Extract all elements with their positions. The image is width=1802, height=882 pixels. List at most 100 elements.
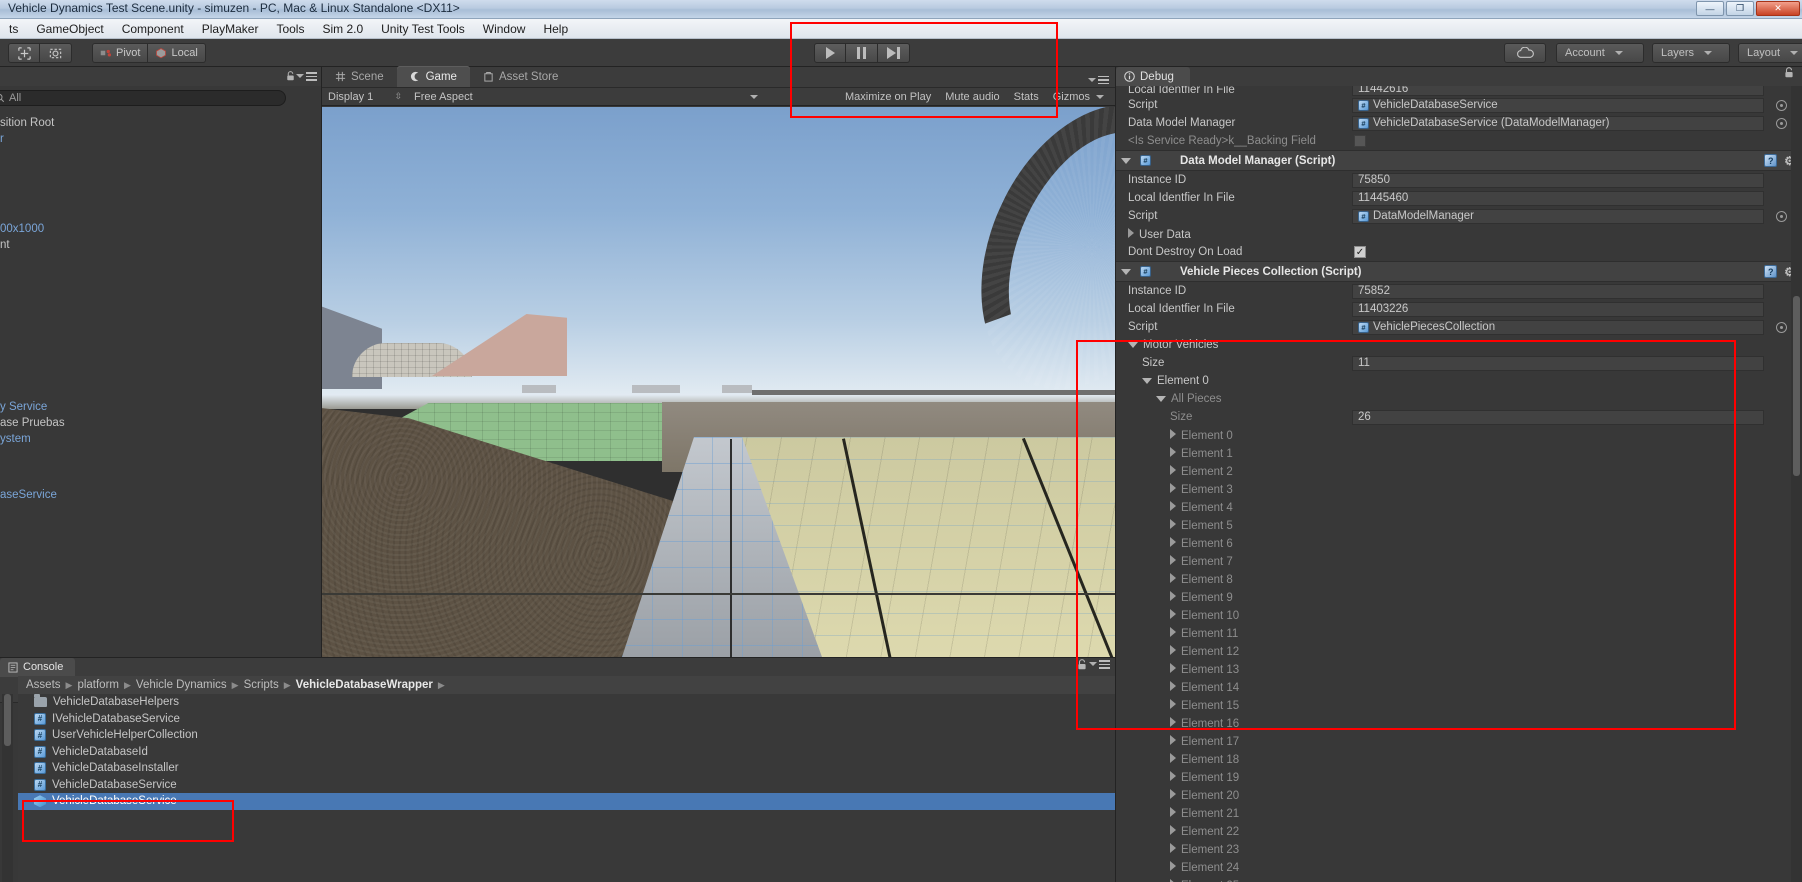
chevron-right-icon[interactable] xyxy=(1170,860,1176,871)
menu-item-gameobject[interactable]: GameObject xyxy=(27,20,112,38)
stats-toggle[interactable]: Stats xyxy=(1007,88,1046,106)
move-tool-button[interactable] xyxy=(8,43,40,63)
component-header[interactable]: # Vehicle Pieces Collection (Script)? ⚙ xyxy=(1116,261,1802,282)
rect-tool-button[interactable] xyxy=(40,43,72,63)
chevron-down-icon[interactable] xyxy=(1156,396,1166,402)
hierarchy-item[interactable] xyxy=(0,269,321,285)
chevron-right-icon[interactable] xyxy=(1170,428,1176,439)
step-button[interactable] xyxy=(878,43,910,63)
menu-item-unity-test-tools[interactable]: Unity Test Tools xyxy=(372,20,474,38)
value-field[interactable]: 75852 xyxy=(1352,283,1764,299)
inspector-scrollbar[interactable] xyxy=(1791,86,1802,882)
hierarchy-item[interactable]: r xyxy=(0,131,321,147)
tab-asset-store[interactable]: Asset Store xyxy=(470,66,571,87)
chevron-right-icon[interactable] xyxy=(1170,716,1176,727)
inspector-scrollbar-thumb[interactable] xyxy=(1793,296,1800,476)
value-field[interactable]: 11445460 xyxy=(1352,190,1764,206)
chevron-down-icon[interactable] xyxy=(1142,378,1152,384)
checkbox[interactable] xyxy=(1354,135,1366,147)
cloud-button[interactable] xyxy=(1504,43,1546,63)
asset-row-selected[interactable]: VehicleDatabaseService xyxy=(18,793,1115,810)
chevron-right-icon[interactable] xyxy=(1170,824,1176,835)
inspector-lock-icon[interactable] xyxy=(1784,67,1794,83)
chevron-right-icon[interactable] xyxy=(1170,752,1176,763)
chevron-right-icon[interactable] xyxy=(1128,227,1134,238)
object-picker-icon[interactable] xyxy=(1776,210,1787,222)
object-picker-icon[interactable] xyxy=(1776,321,1787,333)
menu-item-help[interactable]: Help xyxy=(534,20,577,38)
layers-dropdown[interactable]: Layers xyxy=(1652,43,1730,63)
chevron-right-icon[interactable] xyxy=(1170,842,1176,853)
hierarchy-item[interactable] xyxy=(0,253,321,269)
chevron-right-icon[interactable] xyxy=(1170,878,1176,882)
chevron-right-icon[interactable] xyxy=(1170,554,1176,565)
hierarchy-item[interactable] xyxy=(0,447,321,463)
chevron-right-icon[interactable] xyxy=(1170,536,1176,547)
object-field[interactable]: # VehicleDatabaseService (DataModelManage… xyxy=(1352,115,1787,131)
local-toggle-button[interactable]: Local xyxy=(148,43,206,63)
chevron-down-icon[interactable] xyxy=(1121,268,1131,275)
project-scrollbar-thumb[interactable] xyxy=(4,694,11,746)
asset-row[interactable]: # VehicleDatabaseService xyxy=(18,777,1115,794)
chevron-right-icon[interactable] xyxy=(1170,734,1176,745)
value-field[interactable]: 11403226 xyxy=(1352,301,1764,317)
asset-row[interactable]: # IVehicleDatabaseService xyxy=(18,711,1115,728)
project-scrollbar[interactable] xyxy=(2,694,13,882)
chevron-right-icon[interactable] xyxy=(1170,698,1176,709)
aspect-dropdown[interactable]: Free Aspect xyxy=(408,89,768,105)
value-field[interactable]: 11442616 xyxy=(1352,86,1764,96)
asset-row[interactable]: # UserVehicleHelperCollection xyxy=(18,727,1115,744)
menu-item-tools[interactable]: Tools xyxy=(267,20,313,38)
layout-dropdown[interactable]: Layout xyxy=(1738,43,1802,63)
project-lock-icon[interactable] xyxy=(1077,657,1087,675)
object-field[interactable]: # VehicleDatabaseService xyxy=(1352,97,1787,113)
chevron-down-icon[interactable] xyxy=(1128,342,1138,348)
chevron-down-icon[interactable] xyxy=(1121,157,1131,164)
display-dropdown[interactable]: Display 1 ⇳ xyxy=(322,89,408,105)
maximize-button[interactable]: ❐ xyxy=(1726,1,1754,16)
hierarchy-item[interactable]: ase Pruebas xyxy=(0,415,321,431)
menu-item-assets[interactable]: ts xyxy=(0,20,27,38)
account-dropdown[interactable]: Account xyxy=(1556,43,1644,63)
breadcrumb-item[interactable]: VehicleDatabaseWrapper xyxy=(296,679,433,691)
mute-audio-toggle[interactable]: Mute audio xyxy=(938,88,1006,106)
minimize-button[interactable]: — xyxy=(1696,1,1724,16)
hierarchy-item[interactable]: aseService xyxy=(0,487,321,503)
hierarchy-item[interactable]: 00x1000 xyxy=(0,221,321,237)
object-picker-icon[interactable] xyxy=(1776,99,1787,111)
asset-row[interactable]: # VehicleDatabaseId xyxy=(18,744,1115,761)
asset-row[interactable]: VehicleDatabaseHelpers xyxy=(18,694,1115,711)
help-icon[interactable]: ? xyxy=(1764,265,1778,278)
play-button[interactable] xyxy=(814,43,846,63)
tab-game[interactable]: Game xyxy=(396,66,470,87)
hierarchy-item[interactable] xyxy=(0,285,321,301)
chevron-right-icon[interactable] xyxy=(1170,572,1176,583)
hierarchy-item[interactable]: ystem xyxy=(0,431,321,447)
chevron-right-icon[interactable] xyxy=(1170,644,1176,655)
pivot-toggle-button[interactable]: Pivot xyxy=(92,43,149,63)
help-icon[interactable]: ? xyxy=(1764,154,1778,167)
hierarchy-item[interactable] xyxy=(0,301,321,317)
maximize-on-play-toggle[interactable]: Maximize on Play xyxy=(838,88,938,106)
breadcrumb-item[interactable]: Scripts xyxy=(244,679,279,691)
asset-row[interactable]: # VehicleDatabaseInstaller xyxy=(18,760,1115,777)
menu-item-window[interactable]: Window xyxy=(474,20,535,38)
tab-debug[interactable]: Debug xyxy=(1116,67,1190,86)
menu-item-playmaker[interactable]: PlayMaker xyxy=(193,20,268,38)
hierarchy-item[interactable]: nt xyxy=(0,237,321,253)
chevron-right-icon[interactable] xyxy=(1170,518,1176,529)
object-field[interactable]: # VehiclePiecesCollection xyxy=(1352,319,1787,335)
value-field[interactable]: 75850 xyxy=(1352,172,1764,188)
close-button[interactable]: ✕ xyxy=(1756,1,1800,16)
chevron-right-icon[interactable] xyxy=(1170,770,1176,781)
chevron-right-icon[interactable] xyxy=(1170,482,1176,493)
breadcrumb-item[interactable]: platform xyxy=(77,679,119,691)
chevron-right-icon[interactable] xyxy=(1170,608,1176,619)
checkbox[interactable]: ✓ xyxy=(1354,246,1366,258)
breadcrumb-item[interactable]: Assets xyxy=(26,679,61,691)
pause-button[interactable] xyxy=(846,43,878,63)
gizmos-dropdown[interactable]: Gizmos xyxy=(1046,88,1111,106)
lock-icon[interactable] xyxy=(286,71,295,81)
chevron-right-icon[interactable] xyxy=(1170,806,1176,817)
chevron-right-icon[interactable] xyxy=(1170,680,1176,691)
